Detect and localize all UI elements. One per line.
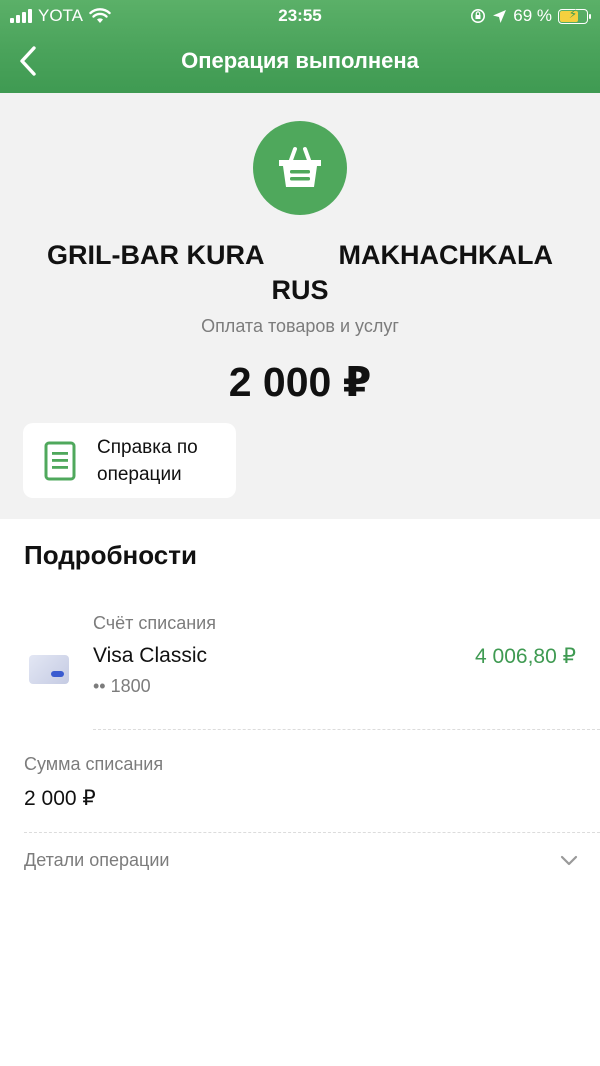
card-icon [29,655,69,684]
receipt-icon-wrap [23,441,97,481]
receipt-button[interactable]: Справка по операции [23,423,236,498]
orientation-lock-icon [471,9,486,23]
battery-icon: ⚡ [558,7,591,24]
page-title: Операция выполнена [181,48,419,73]
document-icon [44,441,76,480]
app-header: YOTA 23:55 69 % ⚡ Операция выполнена [0,0,600,93]
divider [24,832,600,833]
operation-details-label: Детали операции [24,850,170,870]
category-badge [253,121,347,215]
battery-percent: 69 % [513,6,552,25]
details-heading: Подробности [24,540,197,570]
account-balance: 4 006,80 ₽ [475,645,576,668]
account-number: •• 1800 [93,676,151,696]
merchant-name: GRIL-BAR KURA MAKHACHKALA RUS [47,240,553,305]
chevron-down-icon [560,855,578,866]
operation-details-toggle[interactable]: Детали операции [0,843,600,879]
receipt-button-label: Справка по операции [97,436,198,485]
account-label: Счёт списания [93,613,216,633]
operation-category: Оплата товаров и услуг [201,316,399,336]
divider [93,729,600,730]
debit-amount-label: Сумма списания [24,754,164,774]
status-right: 69 % ⚡ [470,6,591,26]
location-arrow-icon [493,9,507,23]
debit-account: Счёт списания Visa Classic •• 1800 4 006… [0,605,600,730]
status-bar: YOTA 23:55 69 % ⚡ [0,0,600,32]
shopping-basket-icon [279,147,321,187]
debit-amount-value: 2 000 ₽ [24,787,96,810]
account-name: Visa Classic [93,644,207,667]
operation-amount: 2 000 ₽ [228,359,372,405]
